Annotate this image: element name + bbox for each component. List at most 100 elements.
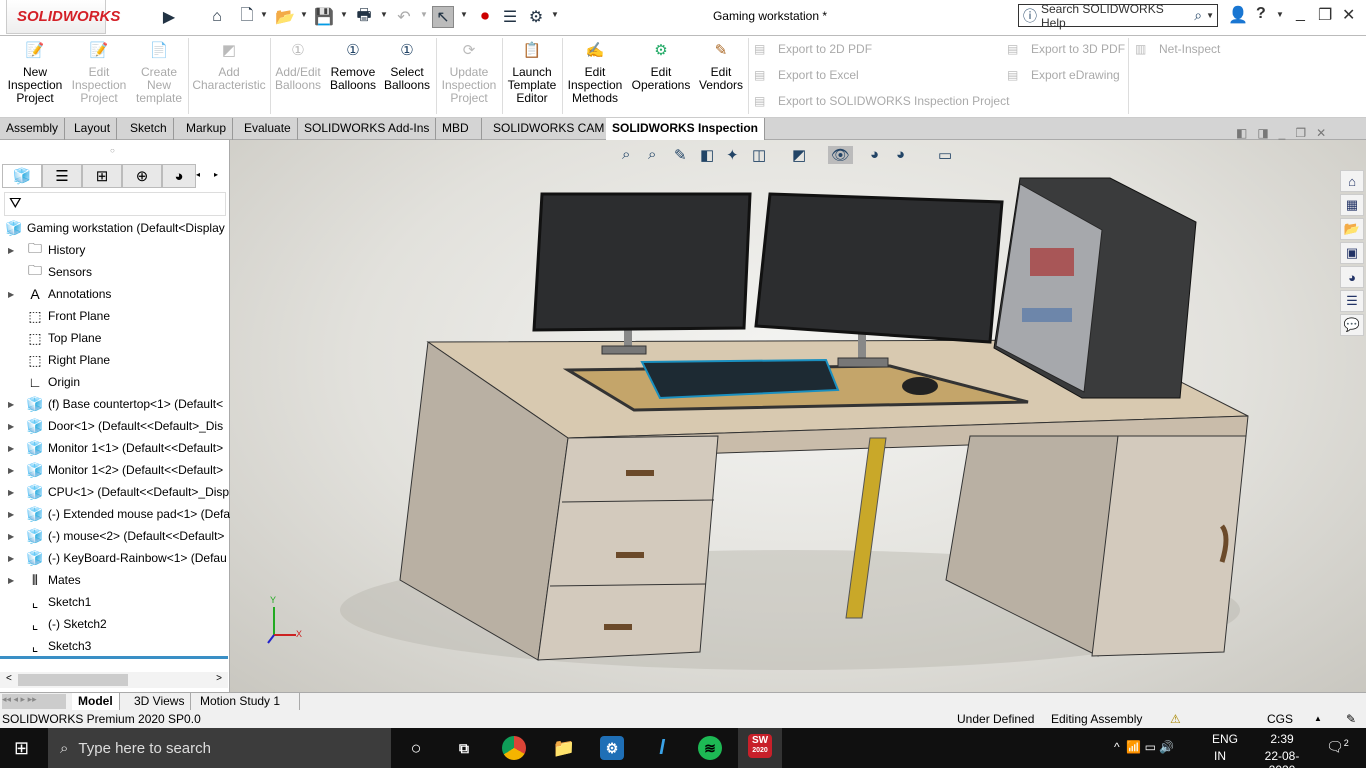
app-l-icon[interactable]: l <box>650 736 674 760</box>
task-view-icon[interactable]: ⧉ <box>452 736 476 760</box>
expand-arrow-icon[interactable]: ▶ <box>8 290 20 299</box>
tray-icons[interactable]: ^ 📶 ▭ 🔊 <box>1114 740 1174 754</box>
spotify-icon[interactable]: ≋ <box>698 736 722 760</box>
tab-scroll-left-icon[interactable]: ◂ <box>196 170 200 179</box>
tab-addins[interactable]: SOLIDWORKS Add-Ins <box>298 118 437 140</box>
rebuild-icon[interactable]: ⚠ <box>1170 710 1181 728</box>
tree-root-assembly[interactable]: 🧊 Gaming workstation (Default<Display <box>0 217 230 239</box>
graphics-area[interactable]: ⌕ ⌕ ✎ ◧ ✦ ◫ ◩ 👁 ◕ ◕ ▭ ◧ ◨ _ ❐ ✕ Y X <box>230 126 1366 692</box>
chevron-down-icon[interactable]: ▼ <box>1206 11 1214 20</box>
expand-arrow-icon[interactable]: ▶ <box>8 532 20 541</box>
expand-arrow-icon[interactable]: ▶ <box>8 466 20 475</box>
tab-layout[interactable]: Layout <box>68 118 118 140</box>
tab-assembly[interactable]: Assembly <box>0 118 66 140</box>
chevron-up-icon[interactable]: ▲ <box>1314 710 1322 728</box>
tab-scroll-arrows[interactable]: ◂◂ ◂ ▸ ▸▸ <box>2 694 66 709</box>
tab-cam[interactable]: SOLIDWORKS CAM <box>487 118 612 140</box>
clock[interactable]: 2:39 22-08-2020 <box>1254 732 1310 777</box>
expand-arrow-icon[interactable]: ▶ <box>8 444 20 453</box>
edit-inspection-methods-button[interactable]: ✍ Edit Inspection Methods <box>564 43 626 105</box>
help-search-input[interactable]: ⓘ Search SOLIDWORKS Help ⌕ ▼ <box>1018 2 1218 30</box>
chevron-down-icon[interactable]: ▼ <box>340 10 348 19</box>
expand-arrow-icon[interactable]: ▶ <box>8 246 20 255</box>
property-manager-tab-icon[interactable]: ☰ <box>42 164 82 188</box>
chevron-down-icon[interactable]: ▼ <box>300 10 308 19</box>
tree-item[interactable]: ▶ ⫴ Mates <box>0 569 230 591</box>
create-new-template-button[interactable]: 📄 Create New template <box>130 43 188 105</box>
chevron-down-icon[interactable]: ▼ <box>551 10 559 19</box>
new-document-icon[interactable]: 🗋 <box>236 6 258 28</box>
tree-item[interactable]: ▶ 🧊 Monitor 1<1> (Default<<Default> <box>0 437 230 459</box>
edit-inspection-project-button[interactable]: 📝 Edit Inspection Project <box>68 43 130 105</box>
expand-arrow-icon[interactable]: ▶ <box>8 422 20 431</box>
control-panel-icon[interactable]: ⚙ <box>600 736 624 760</box>
select-balloons-button[interactable]: ① Select Balloons <box>382 43 432 92</box>
customize-icon[interactable]: ✎ <box>1346 710 1356 728</box>
rollback-bar[interactable] <box>0 656 228 659</box>
tree-item[interactable]: ▶ 🧊 (-) KeyBoard-Rainbow<1> (Defau <box>0 547 230 569</box>
cortana-icon[interactable]: ○ <box>404 736 428 760</box>
add-edit-balloons-button[interactable]: ① Add/Edit Balloons <box>272 43 324 92</box>
file-explorer-icon[interactable]: 📁 <box>552 736 576 760</box>
rebuild-traffic-light-icon[interactable]: ⏺ <box>474 6 496 28</box>
chevron-down-icon[interactable]: ▼ <box>460 10 468 19</box>
viewport-window-controls[interactable]: ◧ ◨ _ ❐ ✕ <box>1236 126 1326 140</box>
chevron-down-icon[interactable]: ▼ <box>260 10 268 19</box>
notifications-icon[interactable]: 🗨2 <box>1326 738 1349 756</box>
appearances-icon[interactable]: ◕ <box>1340 266 1364 288</box>
launch-template-editor-button[interactable]: 📋 Launch Template Editor <box>504 43 560 105</box>
print-icon[interactable]: 🖶 <box>353 6 375 28</box>
save-icon[interactable]: 💾 <box>313 6 335 28</box>
tree-item[interactable]: ⬚ Front Plane <box>0 305 230 327</box>
solidworks-logo[interactable]: SOLIDWORKS <box>6 0 120 34</box>
chevron-down-icon[interactable]: ▼ <box>380 10 388 19</box>
user-icon[interactable]: 👤 <box>1228 5 1248 25</box>
view-palette-icon[interactable]: ▣ <box>1340 242 1364 264</box>
search-icon[interactable]: ⌕ <box>1194 7 1202 24</box>
expand-arrow-icon[interactable]: ▶ <box>8 576 20 585</box>
windows-start-icon[interactable]: ⊞ <box>14 738 29 759</box>
open-icon[interactable]: 📂 <box>274 6 296 28</box>
gear-icon[interactable]: ⚙ <box>525 6 547 28</box>
forum-icon[interactable]: 💬 <box>1340 314 1364 336</box>
net-inspect-button[interactable]: ▥ Net-Inspect <box>1135 42 1220 56</box>
tab-evaluate[interactable]: Evaluate <box>238 118 298 140</box>
select-pointer-icon[interactable]: ↖ <box>432 6 454 28</box>
chevron-down-icon[interactable]: ▼ <box>420 10 428 19</box>
language-indicator[interactable]: ENG IN <box>1212 732 1238 763</box>
tree-item[interactable]: ▶ A Annotations <box>0 283 230 305</box>
tree-item[interactable]: ⬚ Top Plane <box>0 327 230 349</box>
design-library-icon[interactable]: ▦ <box>1340 194 1364 216</box>
solidworks-resources-icon[interactable]: ⌂ <box>1340 170 1364 192</box>
custom-properties-icon[interactable]: ☰ <box>1340 290 1364 312</box>
help-icon[interactable]: ? <box>1256 5 1266 23</box>
export-edrawing-button[interactable]: ▤ Export eDrawing <box>1007 68 1120 82</box>
edit-vendors-button[interactable]: ✎ Edit Vendors <box>696 43 746 92</box>
units-selector[interactable]: CGS <box>1267 710 1293 728</box>
panel-grip[interactable]: ○ <box>110 146 115 155</box>
expand-arrow-icon[interactable]: ▶ <box>8 554 20 563</box>
tree-item[interactable]: ▶ 🧊 (-) Extended mouse pad<1> (Defa <box>0 503 230 525</box>
expand-menu-icon[interactable]: ▶ <box>158 6 180 28</box>
remove-balloons-button[interactable]: ① Remove Balloons <box>326 43 380 92</box>
restore-icon[interactable]: ❐ <box>1318 5 1332 25</box>
home-icon[interactable]: ⌂ <box>206 6 228 28</box>
appearance-tab-icon[interactable]: ◕ <box>162 164 196 188</box>
feature-manager-tab-icon[interactable]: 🧊 <box>2 164 42 188</box>
tree-item[interactable]: 🗀 Sensors <box>0 261 230 283</box>
tree-item[interactable]: ▶ 🧊 (f) Base countertop<1> (Default< <box>0 393 230 415</box>
export-inspection-project-button[interactable]: ▤ Export to SOLIDWORKS Inspection Project <box>754 94 1009 108</box>
tree-item[interactable]: ∟ Origin <box>0 371 230 393</box>
tree-item[interactable]: ▶ 🗀 History <box>0 239 230 261</box>
tab-model[interactable]: Model <box>72 693 120 710</box>
configuration-manager-tab-icon[interactable]: ⊞ <box>82 164 122 188</box>
tree-item[interactable]: ⌞ Sketch3 <box>0 635 230 657</box>
tab-mbd[interactable]: MBD <box>430 118 482 140</box>
tree-item[interactable]: ▶ 🧊 (-) mouse<2> (Default<<Default> <box>0 525 230 547</box>
tab-motion-study[interactable]: Motion Study 1 <box>194 693 300 710</box>
tab-scroll-right-icon[interactable]: ▸ <box>214 170 218 179</box>
expand-arrow-icon[interactable]: ▶ <box>8 400 20 409</box>
solidworks-taskbar-button[interactable]: SW 2020 <box>738 728 782 768</box>
new-inspection-project-button[interactable]: 📝 New Inspection Project <box>4 43 66 105</box>
expand-arrow-icon[interactable]: ▶ <box>8 488 20 497</box>
